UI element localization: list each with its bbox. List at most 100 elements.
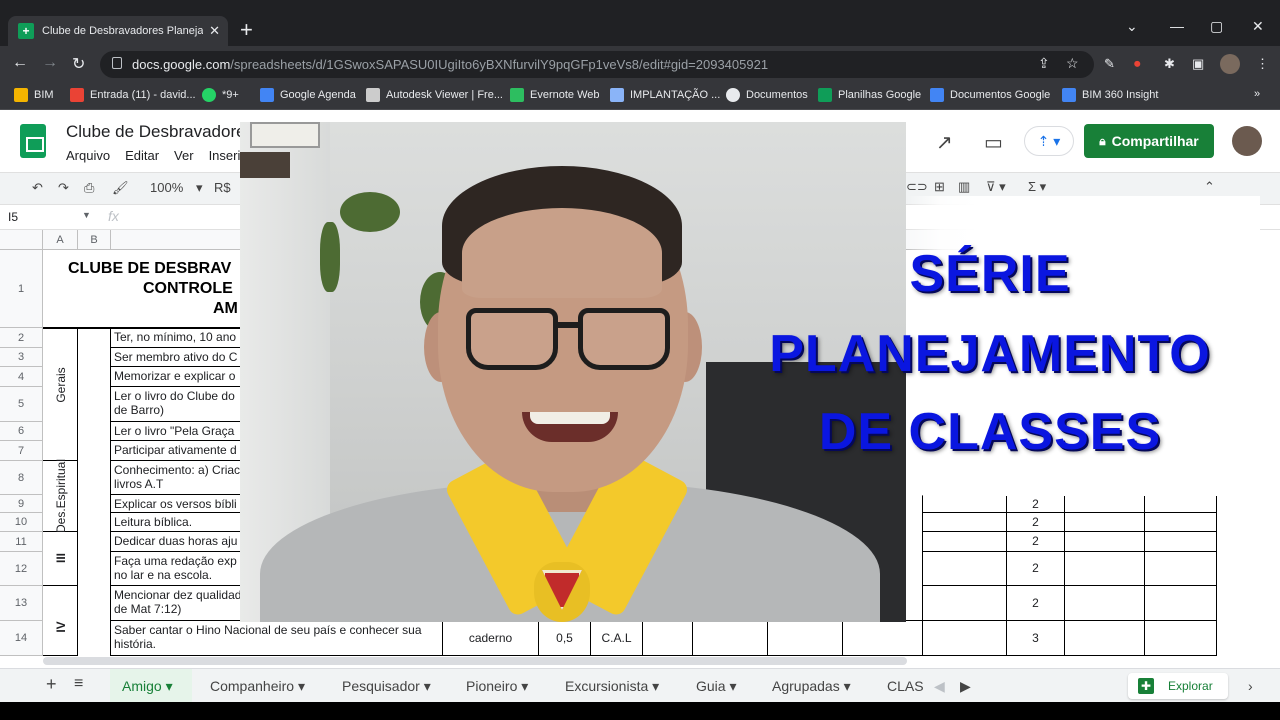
empty-cell[interactable] bbox=[693, 621, 768, 656]
paint-format-icon[interactable]: 🖌︎ bbox=[112, 180, 129, 196]
empty-cell[interactable] bbox=[1145, 532, 1217, 552]
document-title[interactable]: Clube de Desbravadores bbox=[66, 122, 254, 142]
row-header[interactable]: 11 bbox=[0, 532, 43, 552]
menu-arquivo[interactable]: Arquivo bbox=[66, 148, 110, 163]
new-tab-icon[interactable]: + bbox=[240, 19, 253, 41]
bookmark-item[interactable]: Google Agenda bbox=[260, 88, 356, 102]
bookmark-item[interactable]: *9+ bbox=[202, 88, 239, 102]
row-header[interactable]: 1 bbox=[0, 250, 43, 328]
code-cell[interactable]: C.A.L bbox=[591, 621, 643, 656]
reload-icon[interactable]: ↻ bbox=[72, 54, 85, 74]
extensions-puzzle-icon[interactable]: ✱ bbox=[1164, 56, 1175, 72]
points-cell[interactable]: 0,5 bbox=[539, 621, 591, 656]
empty-cell[interactable] bbox=[923, 513, 1007, 532]
row-header[interactable]: 12 bbox=[0, 552, 43, 586]
empty-cell[interactable] bbox=[1145, 552, 1217, 586]
empty-cell[interactable] bbox=[1145, 495, 1217, 513]
menu-editar[interactable]: Editar bbox=[125, 148, 159, 163]
material-cell[interactable]: caderno bbox=[443, 621, 539, 656]
profile-avatar[interactable] bbox=[1220, 54, 1240, 74]
chrome-menu-icon[interactable]: ⋮ bbox=[1256, 56, 1269, 72]
bookmark-item[interactable]: BIM bbox=[14, 88, 54, 102]
address-bar[interactable]: docs.google.com/spreadsheets/d/1GSwoxSAP… bbox=[100, 51, 1094, 78]
requirement-cell[interactable]: Faça uma redação exp no lar e na escola. bbox=[111, 552, 251, 586]
back-icon[interactable]: ← bbox=[12, 54, 28, 72]
requirement-cell[interactable]: Ler o livro do Clube do de Barro) bbox=[111, 387, 251, 422]
empty-cell[interactable] bbox=[1145, 513, 1217, 532]
select-all-corner[interactable] bbox=[0, 230, 43, 250]
sheet-tab-excursionista[interactable]: Excursionista ▾ bbox=[565, 678, 659, 695]
empty-cell[interactable] bbox=[1145, 586, 1217, 621]
zoom-select[interactable]: 100% bbox=[150, 180, 183, 195]
sheet-tab-pesquisador[interactable]: Pesquisador ▾ bbox=[342, 678, 431, 695]
bookmark-item[interactable]: Documentos bbox=[726, 88, 808, 102]
name-box[interactable]: I5 bbox=[8, 210, 18, 224]
pen-extension-icon[interactable]: ✎ bbox=[1104, 56, 1115, 72]
minimize-icon[interactable]: — bbox=[1170, 18, 1184, 34]
side-panel-toggle-icon[interactable]: › bbox=[1248, 678, 1253, 694]
requirement-cell[interactable]: Mencionar dez qualidad de Mat 7:12) bbox=[111, 586, 251, 621]
share-page-icon[interactable]: ⇪ bbox=[1038, 55, 1050, 72]
menu-ver[interactable]: Ver bbox=[174, 148, 194, 163]
row-header[interactable]: 14 bbox=[0, 621, 43, 656]
currency-button[interactable]: R$ bbox=[214, 180, 231, 195]
requirement-cell[interactable]: Saber cantar o Hino Nacional de seu país… bbox=[111, 621, 443, 656]
empty-cell[interactable] bbox=[923, 532, 1007, 552]
bookmark-item[interactable]: Evernote Web bbox=[510, 88, 600, 102]
requirement-cell[interactable]: Ter, no mínimo, 10 ano bbox=[111, 328, 251, 348]
bookmark-item[interactable]: Entrada (11) - david... bbox=[70, 88, 196, 102]
row-header[interactable]: 13 bbox=[0, 586, 43, 621]
row-header[interactable]: 7 bbox=[0, 441, 43, 461]
present-button[interactable]: ⇡ ▾ bbox=[1024, 126, 1074, 156]
requirement-cell[interactable]: Memorizar e explicar o bbox=[111, 367, 251, 387]
row-header[interactable]: 9 bbox=[0, 495, 43, 513]
row-header[interactable]: 5 bbox=[0, 387, 43, 422]
undo-icon[interactable]: ↶ bbox=[32, 180, 43, 196]
requirement-cell[interactable]: Participar ativamente d bbox=[111, 441, 251, 461]
print-icon[interactable]: ⎙ bbox=[84, 180, 94, 196]
tab-search-icon[interactable]: ⌄ bbox=[1126, 18, 1138, 35]
requirement-cell[interactable]: Leitura bíblica. bbox=[111, 513, 251, 532]
share-button[interactable]: 🔒︎ Compartilhar bbox=[1084, 124, 1214, 158]
score-cell[interactable]: 2 bbox=[1007, 495, 1065, 513]
empty-cell[interactable] bbox=[1065, 495, 1145, 513]
row-header[interactable]: 3 bbox=[0, 348, 43, 367]
empty-cell[interactable] bbox=[1065, 513, 1145, 532]
empty-cell[interactable] bbox=[923, 586, 1007, 621]
scroll-right-icon[interactable]: ▶ bbox=[960, 678, 971, 695]
score-cell[interactable]: 3 bbox=[1007, 621, 1065, 656]
window-close-icon[interactable]: ✕ bbox=[1252, 18, 1264, 35]
empty-cell[interactable] bbox=[923, 621, 1007, 656]
sheet-tab-agrupadas[interactable]: Agrupadas ▾ bbox=[772, 678, 851, 695]
column-header-a[interactable]: A bbox=[43, 230, 78, 250]
empty-cell[interactable] bbox=[768, 621, 843, 656]
score-cell[interactable]: 2 bbox=[1007, 513, 1065, 532]
sheet-tab-amigo[interactable]: Amigo ▾ bbox=[122, 678, 173, 695]
chevron-down-icon[interactable]: ▼ bbox=[82, 210, 91, 220]
row-header[interactable]: 2 bbox=[0, 328, 43, 348]
empty-cell[interactable] bbox=[643, 621, 693, 656]
scroll-left-icon[interactable]: ◀ bbox=[934, 678, 945, 695]
empty-cell[interactable] bbox=[923, 552, 1007, 586]
bookmark-item[interactable]: Autodesk Viewer | Fre... bbox=[366, 88, 503, 102]
requirement-cell[interactable]: Ler o livro "Pela Graça bbox=[111, 422, 251, 441]
row-header[interactable]: 6 bbox=[0, 422, 43, 441]
empty-cell[interactable] bbox=[1065, 552, 1145, 586]
sheet-tab-pioneiro[interactable]: Pioneiro ▾ bbox=[466, 678, 528, 695]
row-header[interactable]: 10 bbox=[0, 513, 43, 532]
side-panel-icon[interactable]: ▣ bbox=[1192, 56, 1204, 72]
all-sheets-icon[interactable]: ≡ bbox=[74, 675, 83, 693]
insert-comment-icon[interactable]: ⊞ bbox=[934, 179, 945, 195]
link-icon[interactable]: ⊂⊃ bbox=[906, 179, 928, 195]
filter-icon[interactable]: ⊽ ▾ bbox=[986, 179, 1006, 195]
empty-cell[interactable] bbox=[923, 495, 1007, 513]
collapse-icon[interactable]: ⌃ bbox=[1204, 179, 1215, 195]
bookmark-item[interactable]: BIM 360 Insight bbox=[1062, 88, 1158, 102]
trend-icon[interactable]: ↗ bbox=[936, 130, 953, 155]
sheet-tab-companheiro[interactable]: Companheiro ▾ bbox=[210, 678, 305, 695]
functions-icon[interactable]: Σ ▾ bbox=[1028, 179, 1046, 195]
browser-tab[interactable]: + Clube de Desbravadores Planejamento ✕ bbox=[8, 16, 228, 46]
explore-button[interactable]: ✚ Explorar bbox=[1128, 673, 1228, 699]
forward-icon[interactable]: → bbox=[42, 54, 58, 72]
requirement-cell[interactable]: Explicar os versos bíbli bbox=[111, 495, 251, 513]
